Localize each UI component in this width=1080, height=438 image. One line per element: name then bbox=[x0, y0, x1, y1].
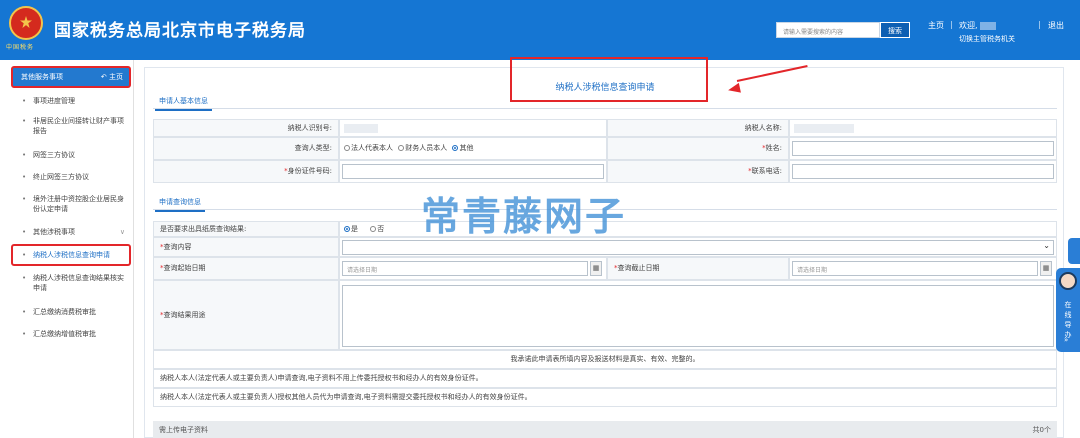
header-separator: | bbox=[950, 20, 953, 29]
sidebar-item-consumption-tax[interactable]: 汇总缴纳消费税审批 bbox=[13, 307, 129, 317]
welcome-label: 欢迎, bbox=[959, 21, 978, 30]
calendar-icon[interactable]: ▦ bbox=[1040, 261, 1052, 276]
id-no-label-text: 身份证件号码: bbox=[287, 167, 332, 175]
end-date-cell: 请选择日期 ▦ bbox=[789, 257, 1057, 280]
site-title: 国家税务总局北京市电子税务局 bbox=[54, 21, 306, 41]
name-label: *姓名: bbox=[607, 137, 789, 160]
radio-paper-no[interactable] bbox=[370, 226, 377, 232]
sidebar-item-progress[interactable]: 事项进度管理 bbox=[13, 96, 129, 106]
name-input[interactable] bbox=[792, 141, 1054, 156]
tax-emblem-icon bbox=[9, 6, 43, 40]
end-date-label-text: 查询截止日期 bbox=[617, 264, 660, 272]
chevron-down-icon: ⌄ bbox=[1043, 241, 1050, 250]
radio-paper-yes-label: 是 bbox=[351, 225, 358, 233]
paper-result-label: 是否要求出具纸质查询结果: bbox=[153, 221, 339, 237]
main-panel: 纳税人涉税信息查询申请 申请人基本信息 纳税人识别号: 纳税人名称: 查询人类型… bbox=[144, 57, 1064, 438]
sidebar-item-query-verify[interactable]: 纳税人涉税信息查询结果核实申请 bbox=[13, 273, 129, 293]
radio-legal-rep-label: 法人代表本人 bbox=[351, 144, 393, 152]
username-mask bbox=[979, 21, 996, 30]
upload-title: 需上传电子资料 bbox=[159, 426, 208, 434]
start-date-input[interactable]: 请选择日期 bbox=[342, 261, 588, 276]
double-chevron-icon: » bbox=[1064, 336, 1069, 344]
calendar-icon[interactable]: ▦ bbox=[590, 261, 602, 276]
radio-other[interactable] bbox=[452, 145, 459, 151]
phone-label: *联系电话: bbox=[607, 160, 789, 183]
phone-label-text: 联系电话: bbox=[751, 167, 782, 175]
sidebar-item-other-matters[interactable]: 其他涉税事项 bbox=[13, 227, 129, 237]
annotation-box-sidebar-header bbox=[11, 66, 131, 88]
annotation-box-sidebar-item bbox=[11, 244, 131, 266]
note-authorized-apply: 纳税人本人(法定代表人或主要负责人)授权其他人员代为申请查询,电子资料需提交委托… bbox=[153, 388, 1057, 407]
section-divider bbox=[153, 108, 1057, 109]
purpose-label-text: 查询结果用途 bbox=[163, 311, 206, 319]
radio-paper-no-label: 否 bbox=[377, 225, 385, 233]
sidebar: 其他服务事项 ↶ 主页 事项进度管理 非居民企业间接转让财产事项报告 网签三方协… bbox=[0, 60, 134, 438]
top-header: 中国税务 国家税务总局北京市电子税务局 请输入需要搜索的内容 搜索 主页 | 欢… bbox=[0, 0, 1080, 60]
content-label: *查询内容 bbox=[153, 237, 339, 257]
upload-count: 共0个 bbox=[1032, 426, 1051, 434]
sidebar-item-nonresident-transfer[interactable]: 非居民企业间接转让财产事项报告 bbox=[13, 116, 129, 136]
querier-type-label: 查询人类型: bbox=[153, 137, 339, 160]
purpose-cell bbox=[339, 280, 1057, 350]
note-self-apply: 纳税人本人(法定代表人或主要负责人)申请查询,电子资料不用上传委托授权书和经办人… bbox=[153, 369, 1057, 388]
welcome-text: 欢迎, bbox=[959, 20, 996, 31]
upload-section-header: 需上传电子资料 共0个 bbox=[153, 421, 1057, 438]
radio-finance[interactable] bbox=[398, 145, 405, 151]
name-label-text: 姓名: bbox=[765, 144, 782, 152]
end-date-label: *查询截止日期 bbox=[607, 257, 789, 280]
name-cell bbox=[789, 137, 1057, 160]
taxpayer-id-mask bbox=[344, 124, 378, 133]
radio-paper-yes[interactable] bbox=[344, 226, 350, 232]
sidebar-item-resident-identity[interactable]: 境外注册中资控股企业居民身份认定申请 bbox=[13, 194, 129, 214]
purpose-textarea[interactable] bbox=[342, 285, 1054, 347]
search-input[interactable]: 请输入需要搜索的内容 bbox=[776, 22, 880, 38]
guide-avatar-icon bbox=[1059, 272, 1077, 290]
id-no-input[interactable] bbox=[342, 164, 604, 179]
id-no-cell bbox=[339, 160, 607, 183]
id-no-label: *身份证件号码: bbox=[153, 160, 339, 183]
start-date-cell: 请选择日期 ▦ bbox=[339, 257, 607, 280]
taxpayer-id-value bbox=[339, 119, 607, 137]
radio-other-label: 其他 bbox=[459, 144, 474, 152]
declaration: 我承诺此申请表所填内容及报送材料是真实、有效、完整的。 bbox=[153, 350, 1057, 369]
content-label-text: 查询内容 bbox=[163, 243, 192, 251]
end-date-input[interactable]: 请选择日期 bbox=[792, 261, 1038, 276]
header-separator-2: | bbox=[1038, 20, 1041, 29]
taxpayer-name-mask bbox=[794, 124, 854, 133]
switch-agency-link[interactable]: 切换主管税务机关 bbox=[959, 34, 1015, 44]
purpose-label: *查询结果用途 bbox=[153, 280, 339, 350]
phone-input[interactable] bbox=[792, 164, 1054, 179]
start-date-label: *查询起始日期 bbox=[153, 257, 339, 280]
radio-legal-rep[interactable] bbox=[344, 145, 350, 151]
float-side-tab[interactable] bbox=[1068, 238, 1080, 264]
watermark: 常青藤网子 bbox=[421, 195, 627, 240]
content-select[interactable] bbox=[342, 240, 1054, 255]
online-guide-text: 在线导办 bbox=[1064, 301, 1072, 339]
sidebar-item-sign-agreement[interactable]: 网签三方协议 bbox=[13, 150, 129, 160]
phone-cell bbox=[789, 160, 1057, 183]
annotation-arrow-head bbox=[727, 82, 741, 96]
taxpayer-id-label: 纳税人识别号: bbox=[153, 119, 339, 137]
sidebar-item-vat[interactable]: 汇总缴纳增值税审批 bbox=[13, 329, 129, 339]
querier-type-radios: 法人代表本人 财务人员本人 其他 bbox=[339, 137, 607, 160]
emblem-caption: 中国税务 bbox=[6, 44, 35, 51]
logout-link[interactable]: 退出 bbox=[1048, 20, 1064, 31]
start-date-label-text: 查询起始日期 bbox=[163, 264, 206, 272]
sidebar-item-terminate-agreement[interactable]: 终止网签三方协议 bbox=[13, 172, 129, 182]
search-button[interactable]: 搜索 bbox=[880, 22, 910, 38]
annotation-box-title bbox=[510, 57, 708, 102]
taxpayer-name-value bbox=[789, 119, 1057, 137]
radio-finance-label: 财务人员本人 bbox=[405, 144, 448, 152]
taxpayer-name-label: 纳税人名称: bbox=[607, 119, 789, 137]
home-link[interactable]: 主页 bbox=[928, 20, 944, 31]
